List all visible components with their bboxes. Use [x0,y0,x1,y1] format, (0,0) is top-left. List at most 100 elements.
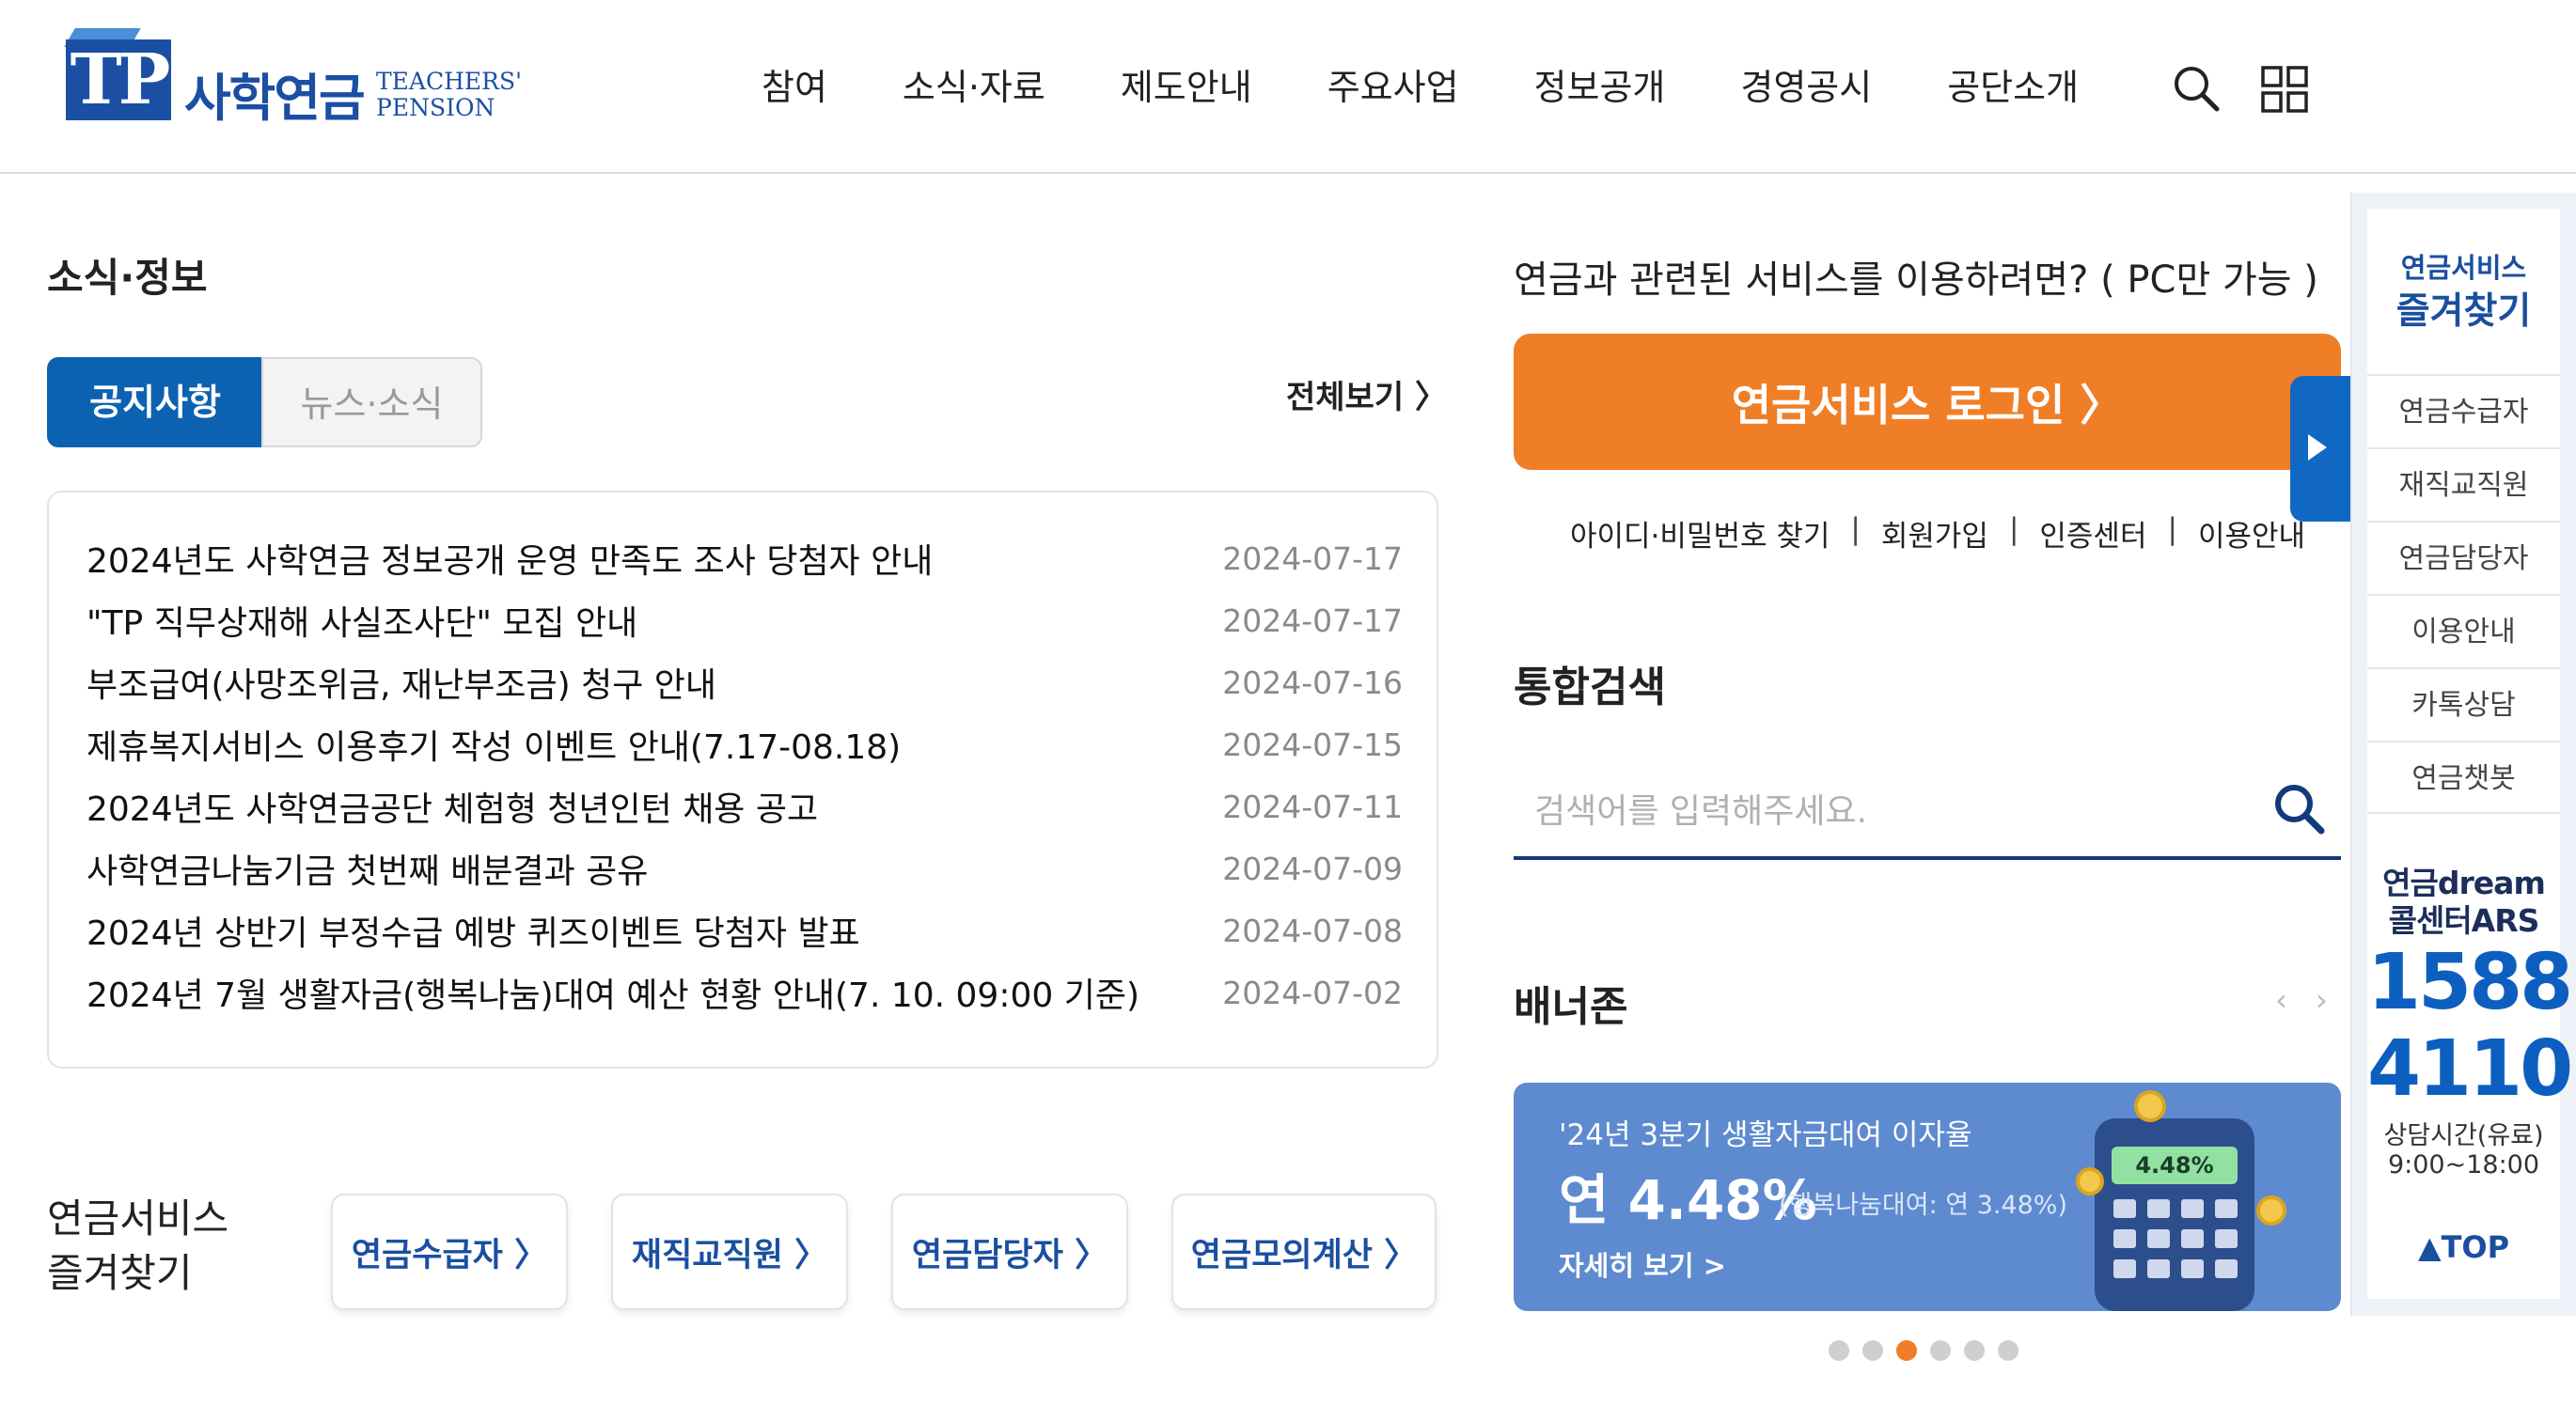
calculator-icon: 4.48% [2095,1118,2254,1311]
loan-rate-banner[interactable]: '24년 3분기 생활자금대여 이자율 연 4.48% (행복나눔대여: 연 3… [1514,1083,2341,1311]
nav-item-disclosure[interactable]: 정보공개 [1534,58,1666,110]
list-item[interactable]: 2024년도 사학연금공단 체험형 청년인턴 채용 공고 2024-07-11 [86,778,1403,835]
calculator-screen: 4.48% [2112,1147,2238,1184]
favorite-staff-button[interactable]: 재직교직원 〉 [611,1194,848,1310]
banner-more-link[interactable]: 자세히 보기 > [1559,1244,1726,1284]
nav-item-system[interactable]: 제도안내 [1121,58,1252,110]
calc-key [2181,1229,2204,1248]
play-arrow-icon [2308,434,2327,461]
quick-item-staff[interactable]: 재직교직원 [2367,447,2560,521]
notice-title: 2024년도 사학연금공단 체험형 청년인턴 채용 공고 [86,790,819,829]
notice-date: 2024-07-15 [1222,726,1403,763]
coin-icon [2134,1090,2166,1122]
banner-dot[interactable] [1964,1340,1985,1361]
banner-zone-title: 배너존 [1514,983,1628,1031]
back-to-top-button[interactable]: ▲TOP [2367,1229,2560,1265]
notice-title: 제휴복지서비스 이용후기 작성 이벤트 안내(7.17-08.18) [86,728,902,767]
nav-item-about[interactable]: 공단소개 [1947,58,2079,110]
site-logo[interactable]: TP 사학연금 TEACHERS' PENSION [64,28,555,132]
quick-panel-heading-1: 연금서비스 [2400,252,2527,284]
ars-hours-value: 9:00~18:00 [2387,1150,2540,1179]
notice-date: 2024-07-16 [1222,664,1403,701]
link-separator: | [2167,512,2177,546]
calc-key [2215,1199,2238,1218]
logo-mark: TP [66,39,171,120]
list-item[interactable]: 2024년 7월 생활자금(행복나눔)대여 예산 현황 안내(7. 10. 09… [86,964,1403,1021]
banner-dot-active[interactable] [1896,1340,1917,1361]
ars-number-2: 4110 [2367,1024,2573,1114]
notice-date: 2024-07-09 [1222,850,1403,887]
favorite-manager-button[interactable]: 연금담당자 〉 [891,1194,1128,1310]
signup-link[interactable]: 회원가입 [1881,512,1988,555]
notice-list: 2024년도 사학연금 정보공개 운영 만족도 조사 당첨자 안내 2024-0… [47,491,1438,1069]
search-section-title: 통합검색 [1514,664,1666,711]
ars-hours-label: 상담시간(유료) [2383,1121,2544,1150]
nav-item-management[interactable]: 경영공시 [1740,58,1872,110]
list-item[interactable]: 2024년 상반기 부정수급 예방 퀴즈이벤트 당첨자 발표 2024-07-0… [86,902,1403,959]
service-description: 연금과 관련된 서비스를 이용하려면? ( PC만 가능 ) [1514,258,2318,302]
notice-title: 2024년 7월 생활자금(행복나눔)대여 예산 현황 안내(7. 10. 09… [86,976,1139,1015]
favorites-title: 연금서비스 즐겨찾기 [47,1192,228,1301]
calc-key [2215,1259,2238,1278]
banner-dot[interactable] [1862,1340,1883,1361]
link-separator: | [2008,512,2019,546]
quick-item-manager[interactable]: 연금담당자 [2367,521,2560,594]
calc-key [2215,1229,2238,1248]
notice-date: 2024-07-08 [1222,912,1403,949]
quick-item-pensioner[interactable]: 연금수급자 [2367,374,2560,447]
main-nav: 참여 소식·자료 제도안내 주요사업 정보공개 경영공시 공단소개 [762,58,2154,110]
quick-item-guide[interactable]: 이용안내 [2367,594,2560,667]
banner-rate-note: (행복나눔대여: 연 3.48%) [1779,1191,2067,1220]
favorites-title-line1: 연금서비스 [47,1195,229,1242]
nav-item-business[interactable]: 주요사업 [1327,58,1459,110]
notice-title: "TP 직무상재해 사실조사단" 모집 안내 [86,604,638,643]
calc-key [2147,1229,2170,1248]
search-input[interactable] [1514,766,2341,860]
news-section-title: 소식·정보 [47,255,208,301]
banner-nav-arrows[interactable]: ‹ › [2275,982,2337,1018]
service-login-button[interactable]: 연금서비스 로그인 〉 [1514,334,2341,470]
banner-dot[interactable] [1829,1340,1849,1361]
link-separator: | [1850,512,1861,546]
calc-key [2113,1199,2136,1218]
notice-title: 2024년 상반기 부정수급 예방 퀴즈이벤트 당첨자 발표 [86,914,860,953]
search-icon[interactable] [2172,64,2221,113]
nav-item-participate[interactable]: 참여 [762,58,827,110]
nav-item-news[interactable]: 소식·자료 [903,58,1045,110]
list-item[interactable]: 부조급여(사망조위금, 재난부조금) 청구 안내 2024-07-16 [86,654,1403,711]
usage-guide-link[interactable]: 이용안내 [2198,512,2305,555]
tab-notice[interactable]: 공지사항 [47,357,263,447]
cert-center-link[interactable]: 인증센터 [2039,512,2146,555]
ars-label-2: 콜센터ARS [2388,902,2540,939]
list-item[interactable]: "TP 직무상재해 사실조사단" 모집 안내 2024-07-17 [86,592,1403,648]
view-all-link[interactable]: 전체보기 〉 [1286,371,1447,417]
list-item[interactable]: 사학연금나눔기금 첫번째 배분결과 공유 2024-07-09 [86,840,1403,897]
banner-pagination [1829,1340,2018,1361]
calc-key [2181,1199,2204,1218]
search-submit-icon[interactable] [2270,780,2327,836]
quick-panel-heading-2: 즐겨찾기 [2395,290,2532,333]
notice-title: 2024년도 사학연금 정보공개 운영 만족도 조사 당첨자 안내 [86,542,934,581]
tab-news[interactable]: 뉴스·소식 [261,357,482,447]
logo-name-ko: 사학연금 [184,69,366,128]
banner-subtitle: '24년 3분기 생활자금대여 이자율 [1559,1118,1972,1152]
notice-date: 2024-07-17 [1222,601,1403,639]
coin-icon [2256,1195,2286,1226]
calc-key [2113,1259,2136,1278]
list-item[interactable]: 2024년도 사학연금 정보공개 운영 만족도 조사 당첨자 안내 2024-0… [86,530,1403,586]
find-id-password-link[interactable]: 아이디·비밀번호 찾기 [1570,512,1830,555]
banner-dot[interactable] [1998,1340,2018,1361]
logo-name-en-2: PENSION [376,94,495,121]
favorite-pensioner-button[interactable]: 연금수급자 〉 [331,1194,568,1310]
grid-menu-icon[interactable] [2261,66,2308,113]
quick-item-chatbot[interactable]: 연금챗봇 [2367,741,2560,814]
login-links: 아이디·비밀번호 찾기 | 회원가입 | 인증센터 | 이용안내 [1570,512,2305,555]
favorite-simulation-button[interactable]: 연금모의계산 〉 [1171,1194,1437,1310]
calc-key [2147,1259,2170,1278]
banner-dot[interactable] [1930,1340,1951,1361]
notice-title: 부조급여(사망조위금, 재난부조금) 청구 안내 [86,666,717,705]
list-item[interactable]: 제휴복지서비스 이용후기 작성 이벤트 안내(7.17-08.18) 2024-… [86,716,1403,773]
quick-item-kakao[interactable]: 카톡상담 [2367,667,2560,741]
calc-key [2147,1199,2170,1218]
notice-date: 2024-07-02 [1222,974,1403,1011]
